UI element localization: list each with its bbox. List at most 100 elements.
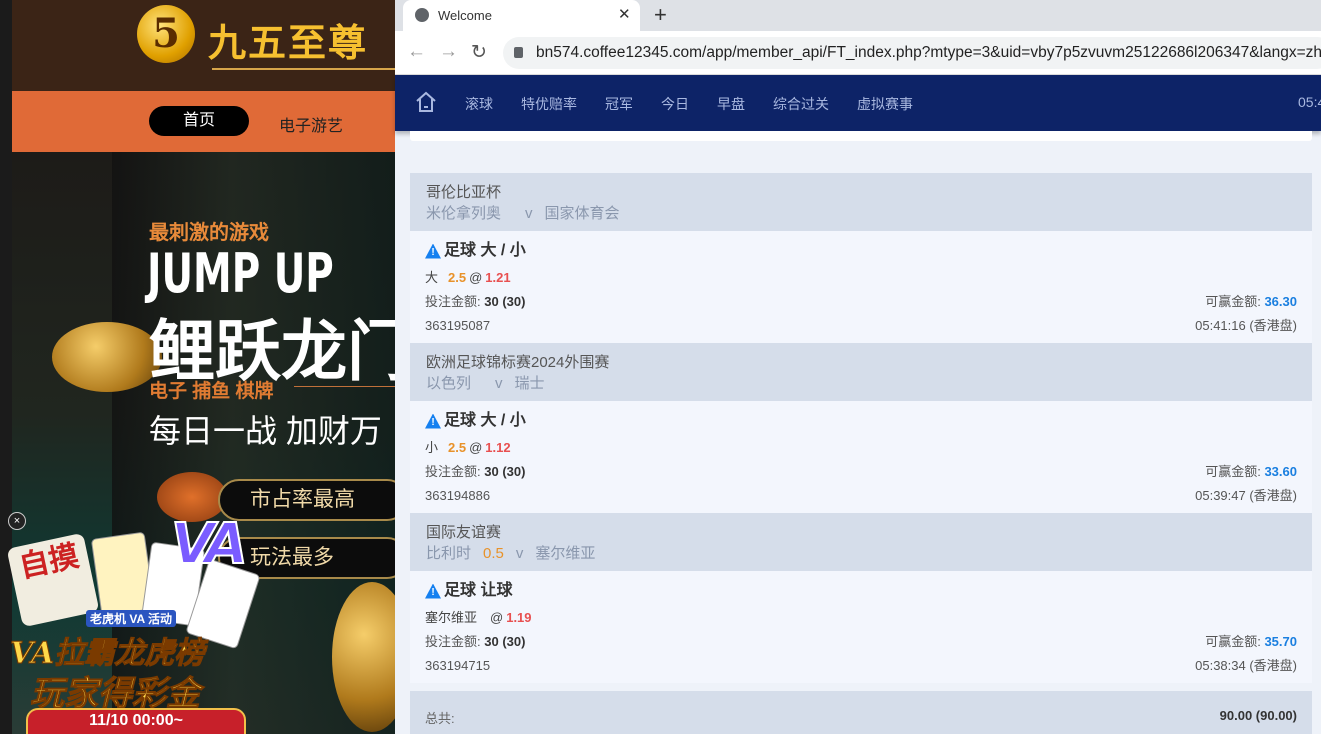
versus: v [495, 375, 503, 392]
tab-title: Welcome [438, 8, 492, 23]
lock-icon [514, 47, 523, 58]
close-icon[interactable]: × [8, 512, 26, 530]
win-value: 35.70 [1264, 634, 1297, 649]
market-name: 足球 让球 [444, 582, 513, 599]
stake-value: 30 (30) [484, 464, 526, 479]
warning-icon: ! [425, 243, 441, 259]
total-value: 90.00 (90.00) [1219, 708, 1297, 723]
match-header: 国际友谊赛 比利时 0.5 v 塞尔维亚 [410, 513, 1312, 571]
forward-icon[interactable]: → [439, 41, 458, 63]
home-icon[interactable] [414, 90, 438, 114]
stake-label: 投注金额: [425, 464, 481, 479]
logo-icon: 5 [137, 5, 195, 63]
back-icon[interactable]: ← [407, 41, 426, 63]
league-name: 欧洲足球锦标赛2024外围赛 [426, 354, 610, 371]
reload-icon[interactable]: ↻ [471, 41, 487, 64]
at-sign: @ [490, 610, 504, 625]
url-text: bn574.coffee12345.com/app/member_api/FT_… [536, 44, 1321, 61]
match-header: 欧洲足球锦标赛2024外围赛 以色列 v 瑞士 [410, 343, 1312, 401]
market-name: 足球 大 / 小 [444, 412, 526, 429]
stake-label: 投注金额: [425, 294, 481, 309]
ticket-id: 363195087 [425, 318, 491, 333]
win-label: 可赢金额: [1205, 294, 1261, 309]
selection: 小 2.5 @1.12 [425, 440, 1297, 456]
promo-tag: 老虎机 VA 活动 [86, 610, 177, 627]
clock: 05:4 [1298, 94, 1321, 110]
stake-value: 30 (30) [484, 294, 526, 309]
away-team: 瑞士 [514, 375, 545, 392]
browser-window: Welcome ✕ + ← → ↻ bn574.coffee12345.com/… [395, 0, 1321, 734]
new-tab-icon[interactable]: + [654, 2, 667, 28]
bet-time: 05:41:16 (香港盘) [1195, 318, 1297, 333]
pick: 大 [425, 270, 439, 285]
bet-item: ! 足球 大 / 小 小 2.5 @1.12 投注金额: 30 (30) 可赢金额: 3… [410, 401, 1312, 513]
away-team: 国家体育会 [544, 205, 620, 222]
teams: 米伦拿列奥 v 国家体育会 [426, 203, 1296, 224]
market-name: 足球 大 / 小 [444, 242, 526, 259]
home-team: 以色列 [426, 375, 472, 392]
tab-welcome[interactable]: Welcome ✕ [403, 0, 640, 31]
logo-text: 九五至尊 [208, 20, 369, 65]
tab-bar: Welcome ✕ + [395, 0, 1321, 31]
nav-early[interactable]: 早盘 [717, 94, 745, 114]
panel-top [410, 131, 1312, 141]
away-team: 塞尔维亚 [535, 545, 596, 562]
total-row: 总共: 90.00 (90.00) [410, 691, 1312, 734]
hero-subtitle: 最刺激的游戏 [149, 222, 269, 244]
total-label: 总共: [425, 711, 455, 726]
win-value: 33.60 [1264, 464, 1297, 479]
win-value: 36.30 [1264, 294, 1297, 309]
win-label: 可赢金额: [1205, 634, 1261, 649]
nav-live[interactable]: 滚球 [465, 94, 493, 114]
divider [294, 386, 395, 387]
handicap: 0.5 [483, 545, 504, 562]
logo-ornament [212, 68, 395, 70]
nav-special-odds[interactable]: 特优赔率 [521, 94, 577, 114]
bet-time: 05:39:47 (香港盘) [1195, 488, 1297, 503]
bet-item: ! 足球 让球 塞尔维亚 @1.19 投注金额: 30 (30) 可赢金额: 35.7… [410, 571, 1312, 683]
odds: 1.21 [485, 270, 511, 285]
ticket-id: 363194715 [425, 658, 491, 673]
nav-champion[interactable]: 冠军 [605, 94, 633, 114]
hero-categories: 电子 捕鱼 棋牌 [149, 381, 274, 402]
pick: 塞尔维亚 [425, 610, 478, 625]
at-sign: @ [469, 440, 483, 455]
home-team: 米伦拿列奥 [426, 205, 502, 222]
match-header: 哥伦比亚杯 米伦拿列奥 v 国家体育会 [410, 173, 1312, 231]
line: 2.5 [448, 440, 467, 455]
teams: 比利时 0.5 v 塞尔维亚 [426, 543, 1296, 564]
stake-value: 30 (30) [484, 634, 526, 649]
globe-icon [415, 8, 429, 22]
site-header: 5 九五至尊 [12, 0, 395, 91]
nav-electronic-games[interactable]: 电子游艺 [279, 112, 343, 136]
league-name: 国际友谊赛 [426, 524, 502, 541]
coin-image [52, 322, 162, 392]
va-logo: VA [170, 511, 249, 578]
league-name: 哥伦比亚杯 [426, 184, 502, 201]
promo-date: 11/10 00:00~ [26, 708, 246, 734]
versus: v [515, 545, 524, 562]
address-bar-row: ← → ↻ bn574.coffee12345.com/app/member_a… [395, 31, 1321, 75]
ticket-id: 363194886 [425, 488, 491, 503]
promo-popup[interactable]: × 自摸 VA 老虎机 VA 活动 VA拉霸龙虎榜 玩家得彩金 11/10 00… [6, 510, 276, 734]
odds: 1.19 [506, 610, 532, 625]
home-team: 比利时 [426, 545, 472, 562]
nav-virtual[interactable]: 虚拟赛事 [857, 94, 913, 114]
line: 2.5 [448, 270, 467, 285]
app-nav: 滚球 特优赔率 冠军 今日 早盘 综合过关 虚拟赛事 05:4 [395, 75, 1321, 131]
nav-parlay[interactable]: 综合过关 [773, 94, 829, 114]
nav-today[interactable]: 今日 [661, 94, 689, 114]
selection: 塞尔维亚 @1.19 [425, 610, 1297, 626]
odds: 1.12 [485, 440, 511, 455]
versus: v [525, 205, 533, 222]
at-sign: @ [469, 270, 483, 285]
pick: 小 [425, 440, 439, 455]
url-input[interactable]: bn574.coffee12345.com/app/member_api/FT_… [503, 37, 1321, 69]
warning-icon: ! [425, 413, 441, 429]
stake-label: 投注金额: [425, 634, 481, 649]
nav-home[interactable]: 首页 [149, 106, 249, 136]
close-tab-icon[interactable]: ✕ [618, 5, 631, 23]
site-nav: 首页 电子游艺 [12, 91, 395, 152]
hero-slogan: 每日一战 加财万 [149, 413, 382, 449]
hero-title-en: JUMP UP [147, 242, 334, 305]
